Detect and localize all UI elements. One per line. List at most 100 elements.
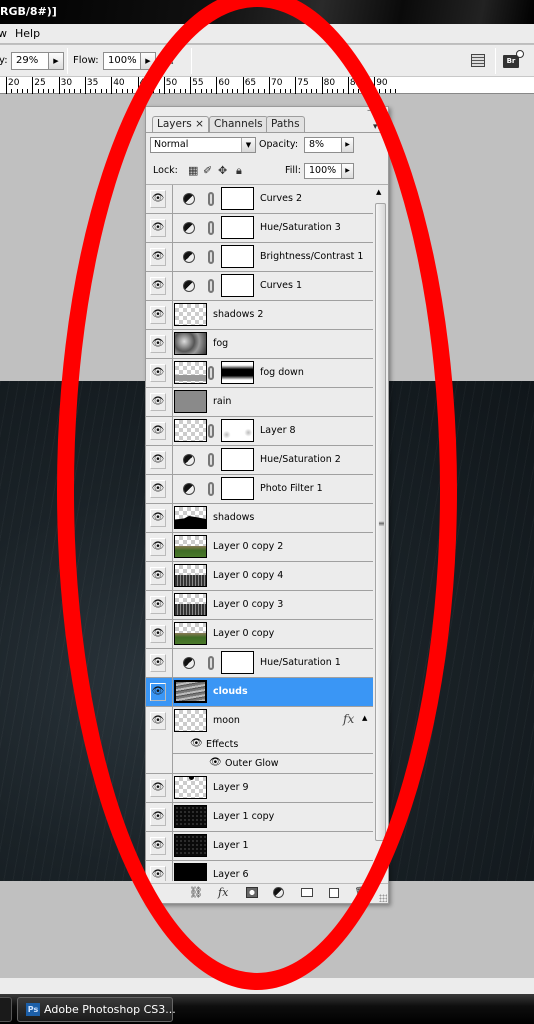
link-chain-icon[interactable] — [208, 366, 214, 380]
palette-well-icon[interactable] — [471, 54, 485, 67]
layer-thumbnail[interactable] — [174, 834, 207, 857]
layer-thumbnail[interactable] — [174, 805, 207, 828]
tab-paths[interactable]: Paths — [266, 116, 305, 132]
link-chain-icon[interactable] — [208, 453, 214, 467]
layer-row[interactable]: 👁︎ Photo Filter 1 — [146, 475, 373, 504]
scroll-down-arrow[interactable]: ▼ — [376, 866, 381, 874]
visibility-eye-icon[interactable]: 👁︎ — [150, 277, 166, 295]
layer-row[interactable]: 👁︎ shadows 2 — [146, 301, 373, 330]
menu-view[interactable]: w — [0, 27, 7, 40]
menu-help[interactable]: Help — [15, 27, 40, 40]
layer-thumbnail[interactable] — [174, 622, 207, 645]
taskbar-button[interactable] — [0, 997, 12, 1022]
layer-thumbnail[interactable] — [174, 332, 207, 355]
layer-row[interactable]: 👁︎ Layer 9 — [146, 774, 373, 803]
layers-scrollbar[interactable]: ▲ ≡ ▼ — [373, 185, 388, 881]
effects-eye-icon[interactable]: 👁︎ — [190, 738, 203, 749]
layer-mask-thumbnail[interactable] — [221, 274, 254, 297]
layer-row[interactable]: 👁︎ Curves 2 — [146, 185, 373, 214]
layer-row[interactable]: 👁︎ Layer 0 copy 2 — [146, 533, 373, 562]
scroll-track[interactable]: ≡ — [375, 203, 386, 863]
new-adjustment-icon[interactable] — [273, 887, 284, 898]
layer-thumbnail[interactable] — [174, 680, 207, 703]
layer-row[interactable]: 👁︎ Hue/Saturation 3 — [146, 214, 373, 243]
layer-row[interactable]: 👁︎ Brightness/Contrast 1 — [146, 243, 373, 272]
layer-thumbnail[interactable] — [174, 709, 207, 732]
layer-opacity-arrow[interactable]: ▶ — [341, 137, 354, 153]
layer-row[interactable]: 👁︎ Layer 0 copy 4 — [146, 562, 373, 591]
tab-close-icon[interactable]: × — [195, 118, 204, 130]
link-chain-icon[interactable] — [208, 656, 214, 670]
visibility-eye-icon[interactable]: 👁︎ — [150, 335, 166, 353]
layer-row[interactable]: 👁︎ clouds — [146, 678, 373, 707]
layer-thumbnail[interactable] — [174, 564, 207, 587]
visibility-eye-icon[interactable]: 👁︎ — [150, 451, 166, 469]
visibility-eye-icon[interactable]: 👁︎ — [150, 683, 166, 701]
layer-row[interactable]: 👁︎ Layer 1 copy — [146, 803, 373, 832]
panel-close-button[interactable]: ✕ — [378, 105, 386, 116]
layer-mask-thumbnail[interactable] — [221, 187, 254, 210]
layer-mask-thumbnail[interactable] — [221, 361, 254, 384]
layer-thumbnail[interactable] — [174, 535, 207, 558]
tab-layers[interactable]: Layers × — [152, 116, 209, 133]
visibility-eye-icon[interactable]: 👁︎ — [150, 567, 166, 585]
layer-thumbnail[interactable] — [174, 593, 207, 616]
layer-row[interactable]: 👁︎ Layer 1 — [146, 832, 373, 861]
link-chain-icon[interactable] — [208, 279, 214, 293]
brush-opacity-field[interactable]: 29% — [11, 52, 49, 70]
effects-row[interactable]: 👁︎ Effects — [173, 735, 373, 754]
link-chain-icon[interactable] — [208, 250, 214, 264]
visibility-eye-icon[interactable]: 👁︎ — [150, 306, 166, 324]
effect-eye-icon[interactable]: 👁︎ — [209, 757, 222, 768]
layer-thumbnail[interactable] — [174, 863, 207, 881]
layer-row[interactable]: 👁︎ Layer 0 copy 3 — [146, 591, 373, 620]
visibility-eye-icon[interactable]: 👁︎ — [150, 625, 166, 643]
flow-field[interactable]: 100% — [103, 52, 141, 70]
scroll-up-arrow[interactable]: ▲ — [376, 188, 381, 196]
visibility-eye-icon[interactable]: 👁︎ — [150, 712, 166, 730]
layer-mask-thumbnail[interactable] — [221, 477, 254, 500]
visibility-eye-icon[interactable]: 👁︎ — [150, 779, 166, 797]
layer-thumbnail[interactable] — [174, 390, 207, 413]
layer-row[interactable]: 👁︎ Layer 6 — [146, 861, 373, 881]
visibility-eye-icon[interactable]: 👁︎ — [150, 509, 166, 527]
layer-mask-thumbnail[interactable] — [221, 448, 254, 471]
layer-row[interactable]: 👁︎ Hue/Saturation 1 — [146, 649, 373, 678]
layer-mask-thumbnail[interactable] — [221, 245, 254, 268]
layer-row[interactable]: 👁︎ Layer 0 copy — [146, 620, 373, 649]
layer-thumbnail[interactable] — [174, 776, 207, 799]
panel-minimize-button[interactable]: — — [367, 105, 377, 116]
link-chain-icon[interactable] — [208, 192, 214, 206]
visibility-eye-icon[interactable]: 👁︎ — [150, 248, 166, 266]
layer-mask-thumbnail[interactable] — [221, 216, 254, 239]
layer-opacity-field[interactable]: 8% — [304, 137, 342, 153]
layer-row[interactable]: 👁︎ rain — [146, 388, 373, 417]
flow-arrow[interactable]: ▶ — [140, 52, 156, 70]
new-layer-icon[interactable] — [329, 888, 339, 898]
layer-thumbnail[interactable] — [174, 419, 207, 442]
lock-image-icon[interactable]: ✐ — [203, 164, 212, 177]
add-mask-icon[interactable] — [246, 887, 258, 898]
new-group-icon[interactable] — [301, 888, 313, 897]
visibility-eye-icon[interactable]: 👁︎ — [150, 837, 166, 855]
lock-position-icon[interactable]: ✥ — [218, 164, 227, 177]
brush-opacity-arrow[interactable]: ▶ — [48, 52, 64, 70]
delete-layer-icon[interactable]: 🗑︎ — [354, 886, 368, 899]
layer-row[interactable]: 👁︎ Curves 1 — [146, 272, 373, 301]
visibility-eye-icon[interactable]: 👁︎ — [150, 190, 166, 208]
visibility-eye-icon[interactable]: 👁︎ — [150, 480, 166, 498]
visibility-eye-icon[interactable]: 👁︎ — [150, 654, 166, 672]
layer-mask-thumbnail[interactable] — [221, 651, 254, 674]
link-chain-icon[interactable] — [208, 482, 214, 496]
lock-all-icon[interactable]: 🔒︎ — [236, 164, 242, 178]
layer-row[interactable]: 👁︎ moon fx ▲ 👁︎ Effects 👁︎ Outer Glow — [146, 707, 373, 774]
scroll-thumb[interactable]: ≡ — [375, 203, 386, 841]
tab-channels[interactable]: Channels — [209, 116, 268, 132]
resize-grip[interactable] — [379, 894, 387, 902]
layer-row[interactable]: 👁︎ Hue/Saturation 2 — [146, 446, 373, 475]
layer-thumbnail[interactable] — [174, 361, 207, 384]
blend-mode-select[interactable]: Normal ▼ — [150, 137, 256, 153]
effect-row[interactable]: 👁︎ Outer Glow — [173, 754, 373, 773]
layer-row[interactable]: 👁︎ fog — [146, 330, 373, 359]
panel-menu-icon[interactable]: ▾☰ — [373, 122, 386, 132]
